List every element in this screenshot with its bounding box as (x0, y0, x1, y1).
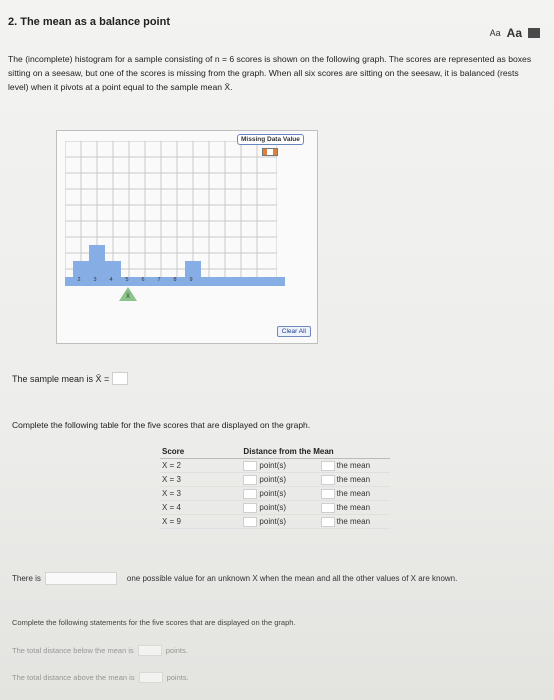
font-larger-button[interactable]: Aa (507, 26, 522, 40)
table-row: X = 9 point(s) the mean (160, 515, 390, 529)
relation-text: the mean (336, 517, 371, 526)
tick-label: 9 (189, 277, 193, 283)
relation-text: the mean (336, 489, 371, 498)
below-mean-prefix: The total distance below the mean is (12, 646, 134, 655)
header-score: Score (162, 447, 185, 456)
row-score: X = 3 (162, 475, 181, 484)
there-is-dropdown[interactable] (44, 572, 117, 585)
row-score: X = 9 (162, 517, 181, 526)
relation-cell: the mean (320, 516, 390, 527)
histogram-grid (65, 141, 277, 285)
sample-mean-line: The sample mean is X̄ = (12, 372, 129, 385)
points-unit: point(s) (259, 517, 287, 526)
font-size-controls: Aa Aa (490, 26, 540, 40)
relation-cell: the mean (320, 488, 390, 499)
row-score: X = 4 (162, 503, 181, 512)
relation-text: the mean (336, 503, 371, 512)
relation-dropdown[interactable] (320, 474, 335, 485)
tick-label: 6 (141, 277, 145, 283)
there-is-statement: There is one possible value for an unkno… (12, 572, 457, 585)
question-intro: The (incomplete) histogram for a sample … (8, 54, 532, 92)
statements-prompt: Complete the following statements for th… (12, 618, 296, 627)
there-is-prefix: There is (12, 574, 41, 583)
below-mean-input[interactable] (137, 645, 162, 656)
relation-cell: the mean (320, 474, 390, 485)
score-box-x3-stack[interactable] (89, 245, 105, 277)
table-header: Score Distance from the Mean (160, 447, 390, 459)
points-unit: point(s) (259, 503, 287, 512)
relation-cell: the mean (320, 460, 390, 471)
missing-data-value-box[interactable] (262, 148, 278, 156)
distance-cell: point(s) (221, 502, 320, 513)
distance-input[interactable] (243, 502, 258, 513)
relation-dropdown[interactable] (320, 488, 335, 499)
relation-cell: the mean (320, 502, 390, 513)
score-box-x9[interactable] (185, 261, 201, 277)
below-mean-suffix: points. (165, 646, 188, 655)
there-is-suffix: one possible value for an unknown X when… (126, 574, 458, 583)
missing-data-value-label: Missing Data Value (237, 134, 304, 145)
relation-dropdown[interactable] (320, 516, 335, 527)
tick-label: 5 (125, 277, 129, 283)
above-mean-statement: The total distance above the mean is poi… (12, 672, 189, 683)
row-score: X = 3 (162, 489, 181, 498)
score-box-x4[interactable] (105, 261, 121, 277)
tick-label: 8 (173, 277, 177, 283)
distance-input[interactable] (243, 516, 258, 527)
below-mean-statement: The total distance below the mean is poi… (12, 645, 188, 656)
tick-label: 3 (93, 277, 97, 283)
points-unit: point(s) (259, 489, 287, 498)
seesaw-graph: Missing Data Value 2 3 4 5 6 7 8 9 X̄ Cl… (56, 130, 318, 344)
sample-mean-label: The sample mean is X̄ = (12, 373, 110, 384)
table-row: X = 3 point(s) the mean (160, 487, 390, 501)
table-row: X = 2 point(s) the mean (160, 459, 390, 473)
above-mean-suffix: points. (166, 673, 189, 682)
tick-label: 2 (77, 277, 81, 283)
question-page: 2. The mean as a balance point Aa Aa The… (0, 0, 554, 700)
relation-text: the mean (336, 475, 371, 484)
distance-cell: point(s) (221, 474, 320, 485)
distance-input[interactable] (243, 474, 258, 485)
distance-cell: point(s) (221, 488, 320, 499)
distance-cell: point(s) (221, 460, 320, 471)
tick-label: 7 (157, 277, 161, 283)
above-mean-prefix: The total distance above the mean is (12, 673, 135, 682)
distance-cell: point(s) (221, 516, 320, 527)
tick-label: 4 (109, 277, 113, 283)
sample-mean-input[interactable] (112, 372, 129, 385)
table-prompt: Complete the following table for the fiv… (12, 420, 311, 430)
contrast-toggle-icon[interactable] (528, 28, 540, 38)
table-row: X = 4 point(s) the mean (160, 501, 390, 515)
relation-dropdown[interactable] (320, 502, 335, 513)
clear-all-button[interactable]: Clear All (276, 326, 311, 337)
above-mean-input[interactable] (138, 672, 163, 683)
score-box-x2[interactable] (73, 261, 89, 277)
points-unit: point(s) (259, 475, 287, 484)
question-title: 2. The mean as a balance point (8, 16, 170, 28)
fulcrum-label: X̄ (125, 294, 130, 300)
distance-input[interactable] (243, 460, 258, 471)
distance-table: Score Distance from the Mean X = 2 point… (160, 447, 390, 529)
header-distance: Distance from the Mean (243, 447, 334, 456)
font-smaller-button[interactable]: Aa (490, 28, 501, 38)
distance-input[interactable] (243, 488, 258, 499)
table-row: X = 3 point(s) the mean (160, 473, 390, 487)
points-unit: point(s) (259, 461, 287, 470)
row-score: X = 2 (162, 461, 181, 470)
relation-dropdown[interactable] (320, 460, 335, 471)
relation-text: the mean (336, 461, 371, 470)
